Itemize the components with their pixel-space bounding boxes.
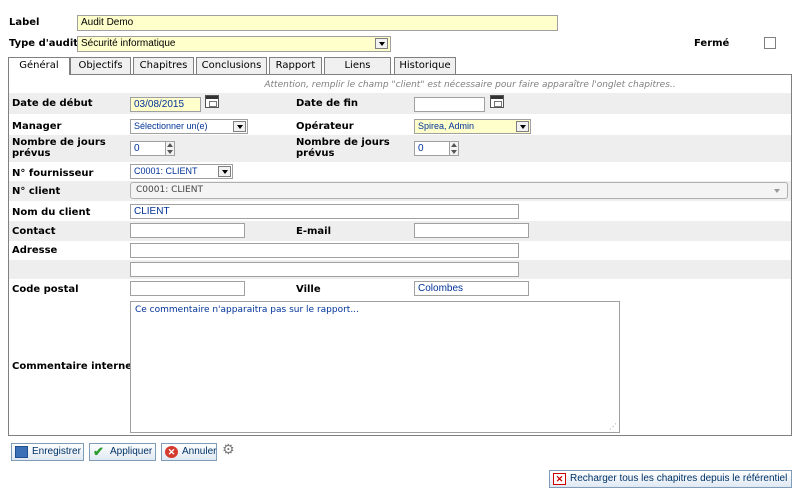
cancel-button[interactable]: ✕ Annuler [161,443,217,461]
client-notice: Attention, remplir le champ "client" est… [264,80,676,90]
stepper-icon[interactable] [449,142,458,155]
comment-textarea[interactable]: Ce commentaire n'apparaitra pas sur le r… [130,301,620,433]
operator-value: Spirea, Admin [418,121,475,131]
tab-label: Chapitres [139,60,188,71]
address-label: Adresse [12,245,58,256]
resize-grip-icon[interactable]: ⋰ [609,422,617,431]
address-line2-input[interactable] [130,262,519,277]
tab-chapitres[interactable]: Chapitres [133,57,194,74]
reload-icon: ✕ [553,473,566,485]
chevron-down-icon [233,121,246,132]
chevron-down-icon [774,189,780,193]
planned-days-value: 0 [134,143,140,154]
client-name-input[interactable]: CLIENT [130,204,519,219]
chevron-down-icon [218,166,231,177]
apply-button[interactable]: ✔ Appliquer [89,443,156,461]
postal-code-label: Code postal [12,284,79,295]
tab-conclusions[interactable]: Conclusions [196,57,267,74]
tab-general[interactable]: Général [8,57,70,75]
city-label: Ville [296,284,321,295]
audit-type-select[interactable]: Sécurité informatique [77,36,391,52]
audit-type-value: Sécurité informatique [81,38,176,49]
planned-days-input-2[interactable]: 0 [414,141,459,156]
operator-label: Opérateur [296,121,354,132]
checkmark-icon: ✔ [93,444,104,459]
tab-label: Rapport [275,60,316,71]
reload-chapters-button[interactable]: ✕ Recharger tous les chapitres depuis le… [549,470,792,488]
client-name-label: Nom du client [12,207,91,218]
manager-label: Manager [12,121,62,132]
tab-objectifs[interactable]: Objectifs [70,57,131,74]
manager-select[interactable]: Sélectionner un(e) [130,119,248,134]
stepper-icon[interactable] [165,142,174,155]
closed-caption: Fermé [694,38,730,49]
supplier-value: C0001: CLIENT [134,166,198,176]
save-button[interactable]: Enregistrer [11,443,84,461]
label-caption: Label [9,17,40,28]
apply-label: Appliquer [110,446,153,457]
calendar-icon[interactable] [490,95,504,108]
end-date-label: Date de fin [296,98,359,109]
tab-historique[interactable]: Historique [394,57,456,74]
email-input[interactable] [414,223,529,238]
postal-code-input[interactable] [130,281,245,296]
tab-liens[interactable]: Liens [324,57,391,74]
supplier-select[interactable]: C0001: CLIENT [130,164,233,179]
planned-days-label-2: Nombre de jours prévus [296,137,390,159]
client-number-combobox[interactable]: C0001: CLIENT [130,182,788,199]
operator-select[interactable]: Spirea, Admin [414,119,531,134]
reload-label: Recharger tous les chapitres depuis le r… [570,473,788,484]
label-input[interactable]: Audit Demo [77,15,558,31]
audit-type-caption: Type d'audit [9,38,79,49]
city-input[interactable]: Colombes [414,281,529,296]
tab-rapport[interactable]: Rapport [269,57,322,74]
tab-label: Historique [399,60,451,71]
tab-label: Conclusions [201,60,262,71]
end-date-input[interactable] [414,97,485,112]
cancel-icon: ✕ [165,446,178,458]
start-date-label: Date de début [12,98,93,109]
row-band [9,135,791,162]
comment-label: Commentaire interne [12,361,133,372]
tab-label: Général [19,60,59,71]
gear-icon[interactable]: ⚙ [222,442,235,458]
tab-label: Liens [344,60,371,71]
supplier-label: N° fournisseur [12,168,94,179]
address-line1-input[interactable] [130,243,519,258]
row-band [9,221,791,241]
chevron-down-icon [375,38,388,49]
tab-label: Objectifs [78,60,123,71]
contact-input[interactable] [130,223,245,238]
contact-label: Contact [12,226,56,237]
chevron-down-icon [516,121,529,132]
floppy-disk-icon [15,446,28,458]
planned-days-input[interactable]: 0 [130,141,175,156]
save-label: Enregistrer [32,446,81,457]
closed-checkbox[interactable] [764,37,776,49]
planned-days-label: Nombre de jours prévus [12,137,106,159]
client-number-value: C0001: CLIENT [136,185,203,195]
email-label: E-mail [296,226,332,237]
planned-days-value-2: 0 [418,143,424,154]
start-date-input[interactable]: 03/08/2015 [130,97,201,112]
manager-value: Sélectionner un(e) [134,121,208,131]
row-band [9,93,791,114]
client-number-label: N° client [12,186,61,197]
calendar-icon[interactable] [205,95,219,108]
cancel-label: Annuler [182,446,217,457]
